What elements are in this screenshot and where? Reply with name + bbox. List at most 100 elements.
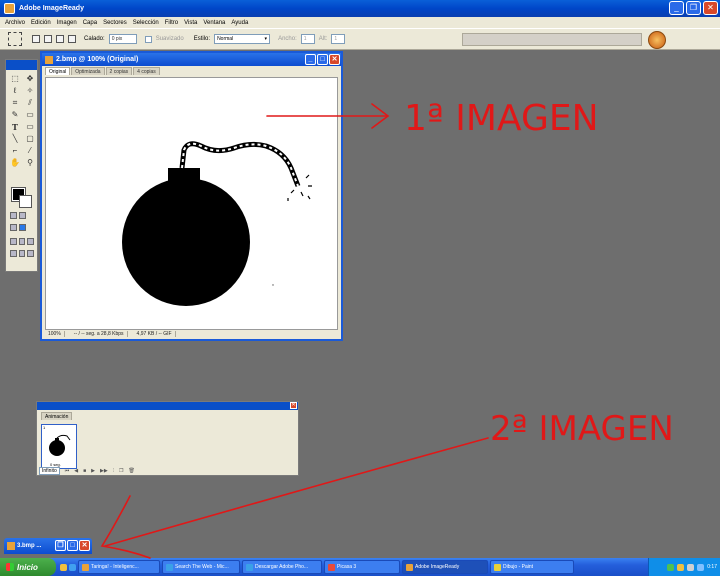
network-icon[interactable] (697, 563, 705, 571)
menu-sectores[interactable]: Sectores (100, 20, 130, 26)
taskbar-item-taringa[interactable]: Taringa! - Inteligenc... (78, 560, 160, 574)
eyedropper-icon[interactable]: ⁄ (24, 145, 36, 156)
animation-header[interactable]: ✕ (37, 402, 298, 410)
minimized-restore-button[interactable]: ❐ (55, 540, 66, 551)
quick-launch-icon[interactable] (69, 563, 76, 571)
minimize-button[interactable]: _ (669, 1, 684, 15)
tab-4-copias[interactable]: 4 copias (133, 67, 160, 75)
taskbar-item-paint[interactable]: Dibujo - Paint (490, 560, 574, 574)
crop-icon[interactable]: ⌗ (9, 97, 21, 108)
quick-launch (60, 563, 76, 571)
estilo-select[interactable]: Normal ▾ (214, 34, 271, 44)
file-size[interactable]: 4,97 KB / -- GIF (134, 330, 176, 337)
menu-filtro[interactable]: Filtro (162, 20, 181, 26)
palette-well[interactable] (462, 33, 642, 46)
hand-icon[interactable]: ✋ (9, 157, 21, 168)
magic-wand-icon[interactable]: ✧ (24, 85, 36, 96)
shape-icon[interactable]: ▢ (24, 133, 36, 144)
minimized-close-button[interactable]: ✕ (79, 540, 90, 551)
move-icon[interactable]: ✥ (24, 73, 36, 84)
suavizado-checkbox[interactable] (144, 35, 152, 43)
background-color-swatch[interactable] (19, 195, 32, 208)
menu-seleccion[interactable]: Selección (130, 20, 162, 26)
lasso-icon[interactable]: ℓ (9, 85, 21, 96)
document-title-bar[interactable]: 2.bmp @ 100% (Original) _ □ ✕ (42, 53, 341, 66)
jump-other-icon[interactable] (27, 250, 35, 257)
toggle-imagemap-icon[interactable] (19, 212, 26, 219)
tray-icon[interactable] (677, 563, 685, 571)
minimized-document[interactable]: 3.bmp ... ❐ □ ✕ (4, 538, 92, 554)
menu-vista[interactable]: Vista (181, 20, 200, 26)
eraser-icon[interactable]: ▭ (24, 109, 36, 120)
loop-select[interactable]: Infinito (39, 466, 60, 475)
intersect-selection-button[interactable] (68, 35, 76, 43)
quick-launch-icon[interactable] (60, 563, 67, 571)
marquee-icon[interactable]: ⬚ (9, 73, 21, 84)
taskbar-item-search[interactable]: Search The Web - Mic... (162, 560, 240, 574)
next-frame-icon[interactable]: ▶▶ (100, 468, 108, 474)
alto-input[interactable]: 1 (331, 34, 346, 44)
download-time[interactable]: -- / -- seg. a 28,8 Kbps (71, 330, 128, 337)
restore-button[interactable]: ❐ (686, 1, 701, 15)
taskbar-item-imageready[interactable]: Adobe ImageReady (402, 560, 488, 574)
tab-original[interactable]: Original (45, 67, 71, 75)
first-frame-icon[interactable]: ⏮ (65, 468, 70, 474)
image-canvas[interactable] (45, 77, 338, 330)
ancho-input[interactable]: 1 (300, 34, 315, 44)
play-icon[interactable]: ▶ (91, 468, 95, 474)
tween-icon[interactable]: ⫶ (113, 468, 114, 474)
prev-frame-icon[interactable]: ◀ (74, 468, 78, 474)
tab-optimizada[interactable]: Optimizada (71, 67, 105, 75)
menu-imagen[interactable]: Imagen (54, 20, 80, 26)
delete-frame-icon[interactable]: 🗑 (128, 468, 134, 474)
taskbar-item-picasa[interactable]: Picasa 3 (324, 560, 400, 574)
menu-archivo[interactable]: Archivo (2, 20, 28, 26)
add-selection-button[interactable] (44, 35, 52, 43)
toggle-slice-icon[interactable] (10, 212, 17, 219)
tab-animacion[interactable]: Animación (41, 412, 73, 420)
menu-edicion[interactable]: Edición (28, 20, 54, 26)
minimized-maximize-button[interactable]: □ (67, 540, 78, 551)
line-icon[interactable]: ╲ (9, 133, 21, 144)
new-selection-button[interactable] (32, 35, 40, 43)
alto-label: Alt: (318, 36, 328, 42)
imageready-logo-icon[interactable] (648, 31, 666, 49)
marquee-tool-icon[interactable] (8, 32, 22, 46)
document-minimize-button[interactable]: _ (305, 54, 316, 65)
minimized-title: 3.bmp ... (17, 543, 42, 549)
subtract-selection-button[interactable] (56, 35, 64, 43)
screen-mode-black-icon[interactable] (27, 238, 35, 245)
close-button[interactable]: ✕ (703, 1, 718, 15)
tab-2-copias[interactable]: 2 copias (105, 67, 133, 75)
calado-input[interactable]: 0 pix (108, 34, 137, 44)
taskbar-item-descargar[interactable]: Descargar Adobe Pho... (242, 560, 322, 574)
volume-icon[interactable] (687, 563, 695, 571)
type-icon[interactable]: T (9, 121, 21, 132)
tray-icon[interactable] (667, 563, 675, 571)
screen-mode-full-icon[interactable] (18, 238, 26, 245)
zoom-icon[interactable]: ⚲ (24, 157, 36, 168)
animation-frame[interactable]: 1 0 seg. (41, 424, 77, 469)
brush-icon[interactable]: ✎ (9, 109, 21, 120)
menu-capa[interactable]: Capa (80, 20, 100, 26)
duplicate-frame-icon[interactable]: ❐ (119, 468, 123, 474)
animation-close-button[interactable]: ✕ (290, 402, 297, 409)
preview-browser-icon[interactable] (19, 224, 26, 231)
rollover-preview-icon[interactable] (10, 224, 17, 231)
crop-tool-icon[interactable]: ⌐ (9, 145, 21, 156)
document-maximize-button[interactable]: □ (317, 54, 328, 65)
stop-icon[interactable]: ■ (83, 468, 86, 474)
document-close-button[interactable]: ✕ (329, 54, 340, 65)
zoom-level[interactable]: 100% (45, 330, 65, 337)
jump-photoshop-icon[interactable] (10, 250, 17, 257)
start-button[interactable]: Inicio (0, 558, 56, 576)
taskbar-item-label: Adobe ImageReady (415, 564, 460, 570)
rectangle-icon[interactable]: ▭ (24, 121, 36, 132)
slice-icon[interactable]: ⫽ (24, 97, 36, 108)
toolbox-header[interactable] (6, 60, 37, 70)
jump-image-icon[interactable] (18, 250, 26, 257)
taskbar: Inicio Taringa! - Inteligenc... Search T… (0, 558, 720, 576)
menu-ventana[interactable]: Ventana (200, 20, 228, 26)
screen-mode-standard-icon[interactable] (10, 238, 17, 245)
menu-ayuda[interactable]: Ayuda (228, 20, 251, 26)
